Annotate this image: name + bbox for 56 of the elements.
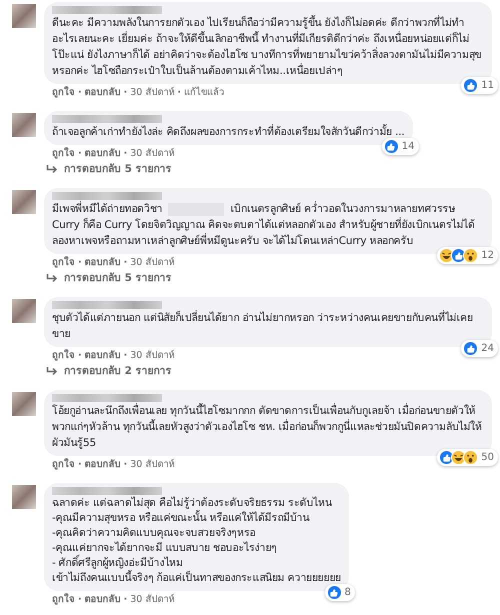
comment-text: ชุบตัวได้แต่ภายนอก แต่นิสัยก็เปลี่ยนได้ยาก อ่านไม่ยากหรอก ว่าระหว่างคนเคยขายกับคนที่ไม่เคยขาย (52, 310, 474, 342)
timestamp: 30 สัปดาห์ (130, 458, 174, 471)
timestamp: 30 สัปดาห์ (130, 147, 174, 160)
separator-dot: · (177, 86, 181, 99)
action-link[interactable]: ตอบกลับ (84, 458, 121, 471)
separator-dot: · (124, 349, 128, 362)
separator-dot: · (78, 86, 82, 99)
blurred-avatar (12, 392, 36, 416)
separator-dot: · (124, 458, 128, 471)
reaction-count: 50 (481, 452, 494, 464)
view-replies-link[interactable]: การตอบกลับ 5 รายการ (64, 271, 172, 285)
reply-arrow-icon (46, 366, 58, 376)
reply-arrow-icon (46, 273, 58, 283)
comment-text: ถ้าเจอลูกค้าเก่าทำยังไงล่ะ คิดถึงผลของการกระทำที่ต้องเตรียมใจสักวันดีกว่ามั้ย ... (52, 124, 404, 140)
view-replies-link[interactable]: การตอบกลับ 5 รายการ (64, 162, 172, 176)
separator-dot: · (78, 593, 82, 606)
action-link[interactable]: ถูกใจ (52, 349, 75, 362)
comment-text: ฉลาดค่ะ แต่ฉลาดไม่สุด คือไม่รู้ว่าต้องระดับจริยธรรม ระดับไหน -คุณมีความสุขหรอ หรือแค่ขณะนั้น หรือแค่ให้ได้มีรถมีบ้าน -คุณคิดว่าความคิดแบบคุณจะจบสวยจริงๆหรอ -คุณแค่ยากจะได้ยากจะมี แบบสบาย ชอบอะไรง่ายๆ - ศักดิ์ศรีลูกผู้หญิงอ่ะมีบ้างไหม เข้าไม่ถึงคนแบบนี้จริงๆ ก้อแค่เป็นทาสของกระแสนิยม ควายยยยยย (52, 496, 341, 586)
edited-label: แก้ไขแล้ว (184, 86, 224, 99)
reaction-count: 8 (344, 586, 351, 598)
separator-dot: · (124, 593, 128, 606)
action-link[interactable]: ตอบกลับ (84, 349, 121, 362)
reply-arrow-icon (46, 164, 58, 174)
blurred-avatar (12, 113, 36, 137)
blurred-avatar (12, 485, 36, 509)
separator-dot: · (124, 86, 128, 99)
reaction-count: 24 (481, 342, 494, 354)
action-link[interactable]: ตอบกลับ (84, 593, 121, 606)
blurred-avatar (12, 299, 36, 323)
action-link[interactable]: ตอบกลับ (84, 256, 121, 269)
separator-dot: · (124, 256, 128, 269)
reaction-count: 12 (481, 250, 494, 262)
view-replies-link[interactable]: การตอบกลับ 2 รายการ (64, 364, 172, 378)
blurred-avatar (12, 190, 36, 214)
comment-text: มีเพจพี่หมีได้ถ่ายทอดวิชา เบิกเนตรลูกศิษย์ คว่ำวอดในวงการมาหลายทศวรรษ Curry ก็คือ Curry โดยจิตวิญญาณ คิดจะตบตาได้แต่หลอกตัวเอง สำหรับผู้ชายที่ยังเบิกเนตรไม่ได้ลองหาเพจหรือถามหาเหล่าลูกศิษย์พี่หมีดูนะครับ จะได้ไม่โดนเหล่าCurry หลอกครับ (52, 201, 476, 249)
action-link[interactable]: ถูกใจ (52, 86, 75, 99)
action-link[interactable]: ถูกใจ (52, 593, 75, 606)
blurred-avatar (12, 4, 36, 28)
timestamp: 30 สัปดาห์ (130, 593, 174, 606)
action-link[interactable]: ตอบกลับ (84, 147, 121, 160)
action-link[interactable]: ถูกใจ (52, 147, 75, 160)
reaction-count: 14 (402, 140, 414, 152)
separator-dot: · (78, 256, 82, 269)
action-link[interactable]: ถูกใจ (52, 256, 75, 269)
timestamp: 30 สัปดาห์ (130, 256, 174, 269)
separator-dot: · (78, 349, 82, 362)
timestamp: 30 สัปดาห์ (130, 349, 174, 362)
comment-text: ดีนะคะ มีความพลังในการยกตัวเอง ไปเรียนก็ถือว่ามีความรู้ขึ้น ยังไงก็ไม่อดค่ะ ดีกว่าพวกที่ไม่ทำอะไรเลยนะคะ เยี่ยมค่ะ ถ้าจะให้ดีขึ้นเลิกอาชีพนี้ ทำงานที่มีเกียรติดีกว่าค่ะ ถึงเหนื่อยหน่อยแต่ก็ไม่โป๊ะแน่ ยังไงภาษาก็ได้ อย่าคิดว่าจะต้องไฮโซ บางทีการที่พยายามไขว่คว้าสิ่งลวงตามันไม่มีความสุขหรอกค่ะ ไฮโซถือกระเป๋าใบเป็นล้านต้องตามเค้าไหม..เหนื่อยเปล่าๆ (52, 15, 482, 79)
separator-dot: · (78, 147, 82, 160)
action-link[interactable]: ถูกใจ (52, 458, 75, 471)
separator-dot: · (78, 458, 82, 471)
reaction-count: 11 (481, 80, 494, 92)
comment-text: โอ้ยกูอ่านละนึกถึงเพื่อนเลย ทุกวันนี้ไฮโซมากกก ตัดขาดการเป็นเพื่อนกับกูเลยจ้า เมื่อก่อนขายตัวให้พวกแก่ๆหัวล้าน ทุกวันนี้เลยหัวสูงว่าตัวเองไฮโซ ชห. เมื่อก่อนก็พวกกูนี่แหละช่วยมันปิดความลับไม่ให้ผัวมันรู้55 (52, 403, 483, 451)
action-link[interactable]: ตอบกลับ (84, 86, 121, 99)
timestamp: 30 สัปดาห์ (130, 86, 174, 99)
separator-dot: · (124, 147, 128, 160)
